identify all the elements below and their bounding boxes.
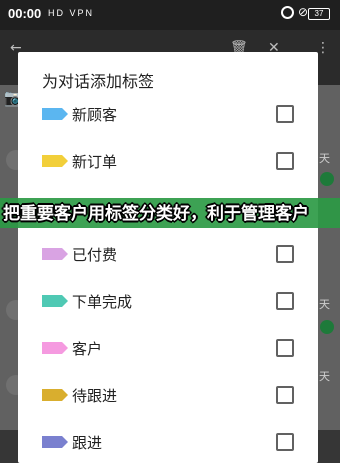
caption-banner: 把重要客户用标签分类好，利于管理客户	[0, 192, 340, 234]
alarm-icon	[281, 6, 294, 19]
status-badge	[320, 172, 334, 186]
list-item-day: 天	[319, 298, 330, 311]
label-item-text: 新顾客	[72, 106, 118, 124]
status-time: 00:00	[8, 6, 42, 21]
dialog-title: 为对话添加标签	[42, 72, 155, 91]
more-icon: ⋮	[316, 40, 330, 56]
list-item-day: 天	[319, 152, 330, 165]
label-checkbox[interactable]	[276, 105, 294, 123]
label-item-new-customer[interactable]: 新顾客	[18, 100, 318, 130]
label-item-follow-up[interactable]: 跟进	[18, 428, 318, 458]
label-item-text: 新订单	[72, 153, 118, 171]
label-tag-icon	[42, 436, 68, 448]
label-tag-icon	[42, 108, 68, 120]
label-tag-icon	[42, 155, 68, 167]
label-checkbox[interactable]	[276, 433, 294, 451]
label-item-new-order[interactable]: 新订单	[18, 147, 318, 177]
label-checkbox[interactable]	[276, 386, 294, 404]
label-item-paid[interactable]: 已付费	[18, 240, 318, 270]
label-tag-icon	[42, 248, 68, 260]
label-item-order-complete[interactable]: 下单完成	[18, 287, 318, 317]
label-item-to-follow-up[interactable]: 待跟进	[18, 381, 318, 411]
battery-icon: 37	[308, 8, 330, 20]
status-bar: 00:00 HD VPN ⊘ 37	[0, 0, 340, 30]
wifi-off-icon: ⊘	[298, 5, 309, 19]
add-label-dialog: 为对话添加标签 新顾客 新订单 已付费 下单完成 客户 待跟进 跟进	[18, 52, 318, 463]
label-item-customer[interactable]: 客户	[18, 334, 318, 364]
label-item-text: 已付费	[72, 246, 118, 264]
label-item-text: 客户	[72, 340, 103, 358]
label-checkbox[interactable]	[276, 292, 294, 310]
caption-text: 把重要客户用标签分类好，利于管理客户	[3, 204, 309, 224]
label-item-text: 跟进	[72, 434, 103, 452]
label-tag-icon	[42, 342, 68, 354]
label-tag-icon	[42, 389, 68, 401]
network-indicator: HD VPN	[48, 8, 95, 18]
label-item-text: 下单完成	[72, 293, 133, 311]
label-item-text: 待跟进	[72, 387, 118, 405]
label-checkbox[interactable]	[276, 245, 294, 263]
label-checkbox[interactable]	[276, 339, 294, 357]
label-tag-icon	[42, 295, 68, 307]
label-checkbox[interactable]	[276, 152, 294, 170]
list-item-day: 天	[319, 370, 330, 383]
status-badge	[320, 320, 334, 334]
